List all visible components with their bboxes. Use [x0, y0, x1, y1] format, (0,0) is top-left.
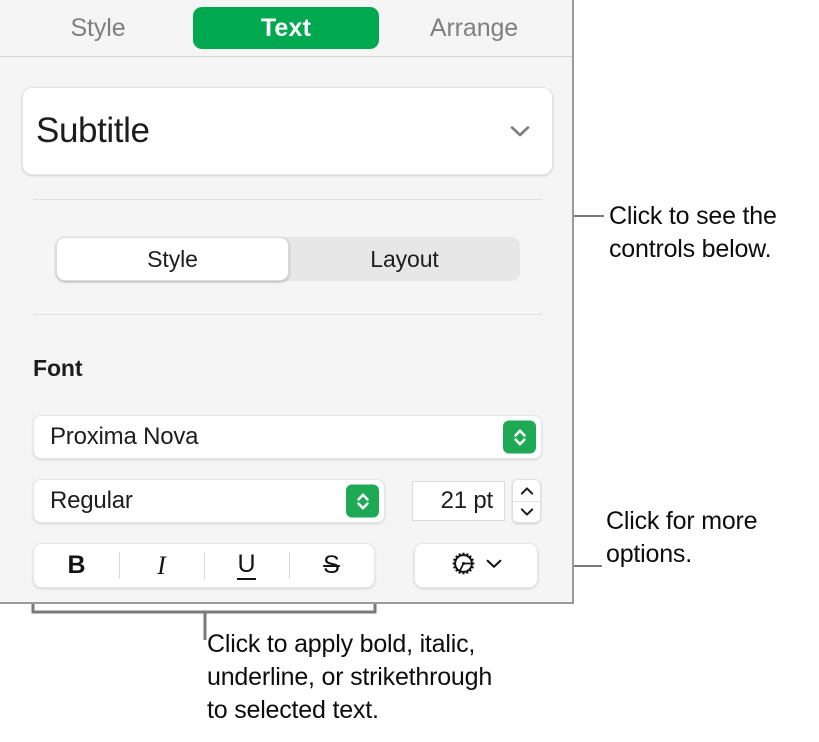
font-style-popup[interactable]: Regular — [33, 479, 385, 523]
chevron-down-icon[interactable] — [513, 501, 540, 522]
gear-icon — [449, 549, 478, 583]
separator-top — [33, 199, 542, 200]
chevron-up-icon[interactable] — [513, 480, 540, 502]
inspector-tab-bar: Style Text Arrange — [0, 0, 572, 57]
text-format-button-group: B I U S — [33, 543, 375, 588]
segment-layout[interactable]: Layout — [289, 237, 520, 281]
paragraph-style-popup[interactable]: Subtitle — [22, 87, 553, 175]
up-down-chevrons-icon — [346, 485, 379, 518]
tab-style[interactable]: Style — [3, 16, 193, 41]
tab-arrange[interactable]: Arrange — [379, 16, 569, 41]
underline-button[interactable]: U — [204, 544, 289, 587]
font-section-label: Font — [33, 355, 82, 382]
font-size-input[interactable]: 21 pt — [412, 481, 505, 521]
bold-button[interactable]: B — [34, 544, 119, 587]
strikethrough-button[interactable]: S — [289, 544, 374, 587]
strikethrough-glyph: S — [323, 551, 340, 580]
up-down-chevrons-icon — [503, 421, 536, 454]
separator-bottom — [33, 314, 542, 315]
style-layout-segmented-control: Style Layout — [56, 237, 520, 281]
tab-text[interactable]: Text — [193, 7, 379, 49]
more-options-button[interactable] — [414, 543, 538, 588]
underline-glyph: U — [237, 552, 255, 580]
callout-format-buttons: Click to apply bold, italic, underline, … — [207, 628, 607, 727]
segment-style[interactable]: Style — [56, 237, 289, 281]
font-family-value: Proxima Nova — [50, 423, 198, 451]
italic-glyph: I — [157, 551, 166, 581]
callout-style-segment: Click to see the controls below. — [609, 200, 819, 266]
font-family-popup[interactable]: Proxima Nova — [33, 415, 542, 459]
callout-more-options: Click for more options. — [606, 505, 816, 571]
bold-glyph: B — [67, 551, 85, 580]
paragraph-style-value: Subtitle — [36, 111, 150, 151]
font-size-stepper[interactable] — [512, 479, 541, 523]
font-size-value: 21 pt — [441, 487, 493, 515]
chevron-down-icon — [484, 556, 504, 576]
font-style-value: Regular — [50, 487, 133, 515]
chevron-down-icon — [507, 118, 533, 144]
format-inspector-panel: Style Text Arrange Subtitle Style Layout… — [0, 0, 574, 604]
italic-button[interactable]: I — [119, 544, 204, 587]
